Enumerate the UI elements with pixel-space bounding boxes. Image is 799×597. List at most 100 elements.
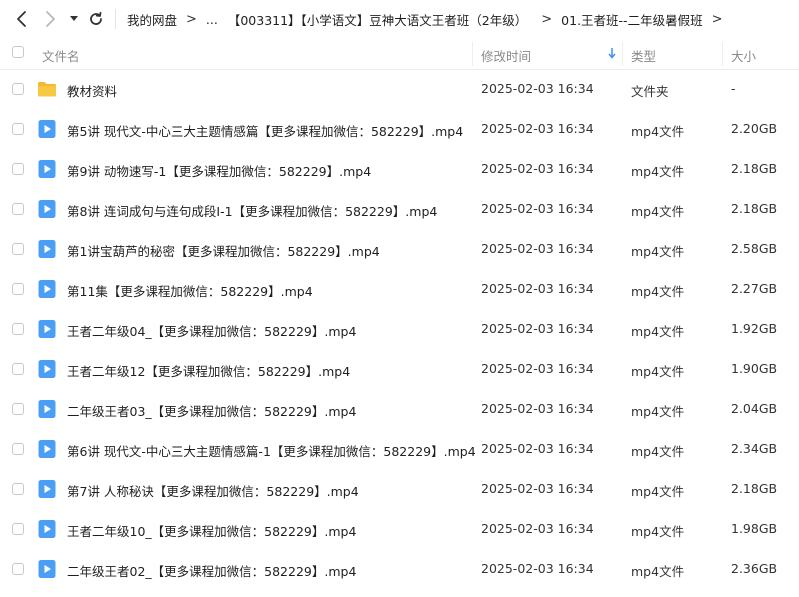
- column-divider[interactable]: [622, 42, 623, 66]
- file-type: mp4文件: [631, 484, 685, 499]
- file-modified-time: 2025-02-03 16:34: [481, 281, 594, 296]
- file-row[interactable]: 二年级王者02_【更多课程加微信：582229】.mp4 2025-02-03 …: [0, 549, 799, 589]
- file-size: 2.18GB: [731, 201, 778, 216]
- sort-descending-icon[interactable]: [608, 47, 616, 62]
- file-size: 2.34GB: [731, 441, 778, 456]
- video-file-icon: [37, 559, 57, 579]
- column-divider[interactable]: [472, 42, 473, 66]
- file-type: mp4文件: [631, 404, 685, 419]
- caret-down-icon: [70, 16, 78, 21]
- breadcrumb-item-current[interactable]: 01.王者班--二年级暑假班: [561, 10, 702, 29]
- file-size: 1.90GB: [731, 361, 778, 376]
- toolbar-divider: [115, 9, 116, 29]
- breadcrumb-item-course[interactable]: 【003311】【小学语文】豆神大语文王者班（2年级）: [228, 10, 527, 29]
- file-name[interactable]: 第7讲 人称秘诀【更多课程加微信：582229】.mp4: [67, 481, 359, 500]
- row-checkbox[interactable]: [12, 443, 24, 455]
- file-row[interactable]: 王者二年级12【更多课程加微信：582229】.mp4 2025-02-03 1…: [0, 349, 799, 389]
- file-list: 教材资料 2025-02-03 16:34 文件夹 - 第5讲 现代文-中心三大…: [0, 69, 799, 589]
- file-type: mp4文件: [631, 204, 685, 219]
- file-modified-time: 2025-02-03 16:34: [481, 561, 594, 576]
- forward-button[interactable]: [40, 7, 60, 31]
- file-type: mp4文件: [631, 324, 685, 339]
- file-row[interactable]: 教材资料 2025-02-03 16:34 文件夹 -: [0, 69, 799, 109]
- file-type: mp4文件: [631, 524, 685, 539]
- row-checkbox[interactable]: [12, 123, 24, 135]
- column-header-time[interactable]: 修改时间: [481, 46, 531, 65]
- file-size: 2.18GB: [731, 481, 778, 496]
- video-file-icon: [37, 519, 57, 539]
- file-size: -: [731, 81, 736, 96]
- file-size: 2.27GB: [731, 281, 778, 296]
- file-size: 2.04GB: [731, 401, 778, 416]
- row-checkbox[interactable]: [12, 203, 24, 215]
- select-all-checkbox[interactable]: [12, 46, 24, 58]
- file-row[interactable]: 第7讲 人称秘诀【更多课程加微信：582229】.mp4 2025-02-03 …: [0, 469, 799, 509]
- column-header-name[interactable]: 文件名: [42, 46, 80, 65]
- video-file-icon: [37, 239, 57, 259]
- row-checkbox[interactable]: [12, 363, 24, 375]
- video-file-icon: [37, 319, 57, 339]
- breadcrumb-separator-icon: >: [541, 11, 553, 27]
- file-row[interactable]: 二年级王者03_【更多课程加微信：582229】.mp4 2025-02-03 …: [0, 389, 799, 429]
- file-type: mp4文件: [631, 444, 685, 459]
- row-checkbox[interactable]: [12, 243, 24, 255]
- breadcrumb-separator-icon: >: [711, 11, 723, 27]
- file-modified-time: 2025-02-03 16:34: [481, 321, 594, 336]
- file-row[interactable]: 第8讲 连词成句与连句成段Ⅰ-1【更多课程加微信：582229】.mp4 202…: [0, 189, 799, 229]
- file-modified-time: 2025-02-03 16:34: [481, 161, 594, 176]
- row-checkbox[interactable]: [12, 483, 24, 495]
- refresh-button[interactable]: [86, 7, 106, 31]
- row-checkbox[interactable]: [12, 563, 24, 575]
- file-name[interactable]: 二年级王者02_【更多课程加微信：582229】.mp4: [67, 561, 356, 580]
- file-type: mp4文件: [631, 244, 685, 259]
- chevron-right-icon: [46, 11, 55, 27]
- file-name[interactable]: 王者二年级12【更多课程加微信：582229】.mp4: [67, 361, 350, 380]
- file-type: mp4文件: [631, 124, 685, 139]
- file-type: mp4文件: [631, 284, 685, 299]
- toolbar: 我的网盘 > ... 【003311】【小学语文】豆神大语文王者班（2年级） >…: [0, 0, 799, 38]
- file-row[interactable]: 王者二年级04_【更多课程加微信：582229】.mp4 2025-02-03 …: [0, 309, 799, 349]
- back-button[interactable]: [12, 7, 32, 31]
- file-name[interactable]: 王者二年级04_【更多课程加微信：582229】.mp4: [67, 321, 356, 340]
- file-name[interactable]: 王者二年级10_【更多课程加微信：582229】.mp4: [67, 521, 356, 540]
- breadcrumb-item-ellipsis[interactable]: ...: [206, 12, 218, 27]
- column-header-type[interactable]: 类型: [631, 46, 656, 65]
- file-name[interactable]: 二年级王者03_【更多课程加微信：582229】.mp4: [67, 401, 356, 420]
- file-name[interactable]: 第5讲 现代文-中心三大主题情感篇【更多课程加微信：582229】.mp4: [67, 121, 463, 140]
- file-list-header: 文件名 修改时间 类型 大小: [0, 38, 799, 70]
- row-checkbox[interactable]: [12, 523, 24, 535]
- row-checkbox[interactable]: [12, 163, 24, 175]
- file-row[interactable]: 第1讲宝葫芦的秘密【更多课程加微信：582229】.mp4 2025-02-03…: [0, 229, 799, 269]
- file-modified-time: 2025-02-03 16:34: [481, 121, 594, 136]
- folder-icon: [37, 79, 57, 99]
- breadcrumb: 我的网盘 > ... 【003311】【小学语文】豆神大语文王者班（2年级） >…: [127, 10, 731, 28]
- file-type: 文件夹: [631, 84, 669, 99]
- video-file-icon: [37, 159, 57, 179]
- file-name[interactable]: 第6讲 现代文-中心三大主题情感篇-1【更多课程加微信：582229】.mp4: [67, 441, 476, 460]
- file-name[interactable]: 第11集【更多课程加微信：582229】.mp4: [67, 281, 313, 300]
- file-name[interactable]: 教材资料: [67, 81, 117, 100]
- row-checkbox[interactable]: [12, 403, 24, 415]
- file-row[interactable]: 第5讲 现代文-中心三大主题情感篇【更多课程加微信：582229】.mp4 20…: [0, 109, 799, 149]
- column-header-size[interactable]: 大小: [731, 46, 756, 65]
- file-name[interactable]: 第9讲 动物速写-1【更多课程加微信：582229】.mp4: [67, 161, 371, 180]
- file-row[interactable]: 第11集【更多课程加微信：582229】.mp4 2025-02-03 16:3…: [0, 269, 799, 309]
- breadcrumb-separator-icon: >: [186, 11, 197, 27]
- file-name[interactable]: 第1讲宝葫芦的秘密【更多课程加微信：582229】.mp4: [67, 241, 380, 260]
- row-checkbox[interactable]: [12, 83, 24, 95]
- file-row[interactable]: 第6讲 现代文-中心三大主题情感篇-1【更多课程加微信：582229】.mp4 …: [0, 429, 799, 469]
- video-file-icon: [37, 359, 57, 379]
- file-name[interactable]: 第8讲 连词成句与连句成段Ⅰ-1【更多课程加微信：582229】.mp4: [67, 201, 437, 220]
- row-checkbox[interactable]: [12, 283, 24, 295]
- breadcrumb-item-root[interactable]: 我的网盘: [127, 10, 177, 29]
- column-divider[interactable]: [722, 42, 723, 66]
- file-row[interactable]: 王者二年级10_【更多课程加微信：582229】.mp4 2025-02-03 …: [0, 509, 799, 549]
- history-dropdown-button[interactable]: [66, 7, 82, 31]
- file-modified-time: 2025-02-03 16:34: [481, 441, 594, 456]
- video-file-icon: [37, 439, 57, 459]
- file-size: 1.98GB: [731, 521, 778, 536]
- file-row[interactable]: 第9讲 动物速写-1【更多课程加微信：582229】.mp4 2025-02-0…: [0, 149, 799, 189]
- row-checkbox[interactable]: [12, 323, 24, 335]
- file-modified-time: 2025-02-03 16:34: [481, 201, 594, 216]
- file-size: 1.92GB: [731, 321, 778, 336]
